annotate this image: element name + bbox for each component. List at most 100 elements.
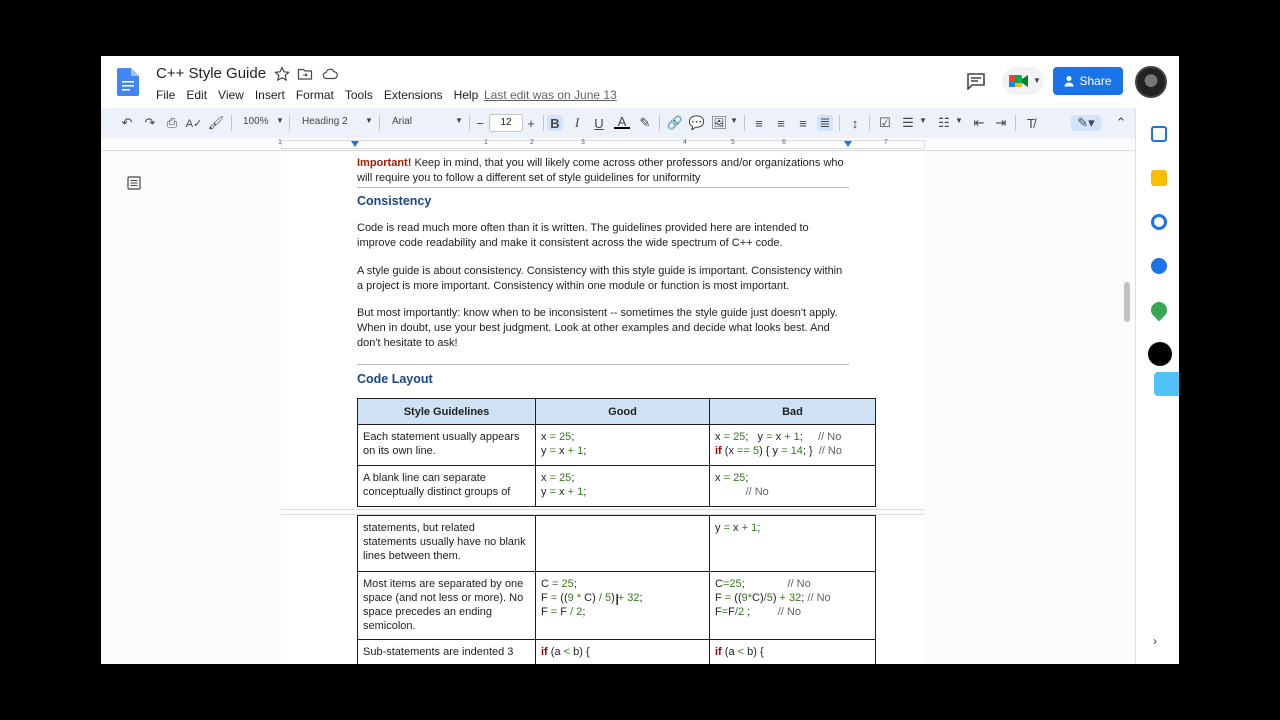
menu-help[interactable]: Help	[454, 88, 479, 102]
addon-bulb-icon[interactable]	[1148, 342, 1172, 366]
table-cell-good[interactable]: if (a < b) {	[535, 639, 710, 664]
menu-view[interactable]: View	[218, 88, 244, 102]
lock-icon	[1064, 76, 1074, 87]
last-edit-link[interactable]: Last edit was on June 13	[484, 88, 617, 102]
toolbar-divider	[543, 115, 544, 131]
table-cell[interactable]: statements, but related statements usual…	[357, 515, 536, 572]
image-caret-icon[interactable]: ▼	[730, 116, 738, 125]
table-cell-bad[interactable]: x = 25; // No	[709, 465, 876, 507]
undo-icon[interactable]: ↶	[119, 115, 135, 131]
menu-edit[interactable]: Edit	[186, 88, 207, 102]
document-outline-icon[interactable]	[127, 176, 141, 190]
horizontal-rule	[357, 364, 849, 365]
menu-extensions[interactable]: Extensions	[384, 88, 443, 102]
table-cell-bad[interactable]: C=25; // No F = ((9*C)/5) + 32; // No F=F/…	[709, 571, 876, 640]
table-cell-good[interactable]	[535, 515, 710, 572]
paragraph[interactable]: Code is read much more often than it is …	[357, 221, 849, 251]
contacts-icon[interactable]	[1151, 258, 1167, 274]
comment-history-icon[interactable]	[966, 72, 986, 90]
move-folder-icon[interactable]	[297, 66, 313, 82]
menu-bar: File Edit View Insert Format Tools Exten…	[156, 88, 478, 102]
meet-button[interactable]: ▼	[1002, 67, 1044, 95]
increase-font-size-icon[interactable]: +	[523, 115, 539, 131]
table-cell-good[interactable]: x = 25; y = x + 1;	[535, 424, 710, 466]
align-left-icon[interactable]: ≡	[751, 115, 767, 131]
menu-insert[interactable]: Insert	[255, 88, 285, 102]
maps-icon[interactable]	[1147, 298, 1171, 322]
tasks-icon[interactable]	[1151, 214, 1167, 230]
redo-icon[interactable]: ↷	[142, 115, 158, 131]
calendar-icon[interactable]	[1151, 126, 1167, 142]
cloud-status-icon[interactable]	[322, 66, 338, 82]
paragraph[interactable]: But most importantly: know when to be in…	[357, 306, 849, 351]
table-cell-bad[interactable]: if (a < b) {	[709, 639, 876, 664]
docs-logo-icon[interactable]	[117, 68, 139, 96]
decrease-font-size-icon[interactable]: −	[472, 115, 488, 131]
menu-tools[interactable]: Tools	[345, 88, 373, 102]
table-cell[interactable]: Each statement usually appears on its ow…	[357, 424, 536, 466]
bold-icon[interactable]: B	[547, 115, 563, 131]
table-row: A blank line can separate conceptually d…	[357, 465, 876, 507]
share-label: Share	[1079, 74, 1112, 88]
expand-panel-icon[interactable]: ›	[1153, 634, 1157, 648]
bullet-caret-icon[interactable]: ▼	[919, 116, 927, 125]
add-comment-icon[interactable]: 💬	[689, 115, 705, 131]
ruler: 1 1 2 3 4 5 6 7	[101, 138, 1135, 151]
zoom-caret-icon[interactable]: ▼	[276, 116, 284, 125]
share-button[interactable]: Share	[1053, 67, 1123, 95]
align-right-icon[interactable]: ≡	[795, 115, 811, 131]
keep-icon[interactable]	[1151, 170, 1167, 186]
font-select[interactable]: Arial	[392, 116, 412, 127]
numbered-list-icon[interactable]: ☷	[936, 115, 952, 131]
paragraph[interactable]: A style guide is about consistency. Cons…	[357, 264, 849, 294]
increase-indent-icon[interactable]: ⇥	[993, 115, 1009, 131]
collapse-menus-icon[interactable]: ⌃	[1113, 115, 1129, 131]
table-cell[interactable]: Sub-statements are indented 3	[357, 639, 536, 664]
print-icon[interactable]: ⎙	[164, 115, 180, 131]
insert-image-icon[interactable]: 🖼	[711, 115, 728, 131]
menu-format[interactable]: Format	[296, 88, 334, 102]
decrease-indent-icon[interactable]: ⇤	[971, 115, 987, 131]
ruler-number: 1	[484, 139, 488, 146]
left-indent-marker[interactable]	[351, 141, 359, 147]
table-cell-bad[interactable]: x = 25; y = x + 1; // No if (x == 5) { y …	[709, 424, 876, 466]
highlight-color-icon[interactable]: ✎	[637, 115, 653, 131]
consistency-heading[interactable]: Consistency	[357, 194, 431, 208]
font-caret-icon[interactable]: ▼	[455, 116, 463, 125]
italic-icon[interactable]: I	[569, 115, 585, 131]
spellcheck-icon[interactable]: A✓	[186, 115, 203, 131]
table-cell-good[interactable]: C = 25; F = ((9 * C) / 5) + 32; F = F / 2;	[535, 571, 710, 640]
addon-icon[interactable]	[1154, 372, 1179, 396]
menu-file[interactable]: File	[156, 88, 175, 102]
style-caret-icon[interactable]: ▼	[365, 116, 373, 125]
bulleted-list-icon[interactable]: ☰	[900, 115, 916, 131]
vertical-scrollbar[interactable]	[1124, 282, 1130, 322]
star-icon[interactable]	[274, 66, 290, 82]
line-spacing-icon[interactable]: ↕	[847, 115, 863, 131]
table-cell[interactable]: A blank line can separate conceptually d…	[357, 465, 536, 507]
editing-mode-icon[interactable]: ✎▾	[1071, 115, 1101, 131]
text-color-icon[interactable]: A	[614, 114, 630, 129]
document-title[interactable]: C++ Style Guide	[156, 65, 266, 82]
zoom-select[interactable]: 100%	[243, 116, 269, 127]
table-cell[interactable]: Most items are separated by one space (a…	[357, 571, 536, 640]
numbered-caret-icon[interactable]: ▼	[955, 116, 963, 125]
intro-paragraph[interactable]: Important! Keep in mind, that you will l…	[357, 156, 857, 186]
right-indent-marker[interactable]	[844, 141, 852, 147]
font-size-input[interactable]: 12	[489, 114, 523, 132]
table-row: Each statement usually appears on its ow…	[357, 424, 876, 466]
code-layout-heading[interactable]: Code Layout	[357, 372, 433, 386]
underline-icon[interactable]: U	[591, 115, 607, 131]
checklist-icon[interactable]: ☑	[877, 115, 893, 131]
justify-icon[interactable]: ≣	[817, 115, 833, 131]
paint-format-icon[interactable]: 🖌	[208, 115, 225, 131]
user-avatar[interactable]	[1135, 66, 1167, 98]
toolbar-divider	[379, 115, 380, 131]
document-page: statements, but related statements usual…	[281, 515, 925, 664]
table-cell-bad[interactable]: y = x + 1;	[709, 515, 876, 572]
paragraph-style-select[interactable]: Heading 2	[302, 116, 348, 127]
clear-formatting-icon[interactable]: T̸	[1023, 115, 1039, 131]
table-cell-good[interactable]: x = 25; y = x + 1;	[535, 465, 710, 507]
insert-link-icon[interactable]: 🔗	[667, 115, 683, 131]
align-center-icon[interactable]: ≡	[773, 115, 789, 131]
